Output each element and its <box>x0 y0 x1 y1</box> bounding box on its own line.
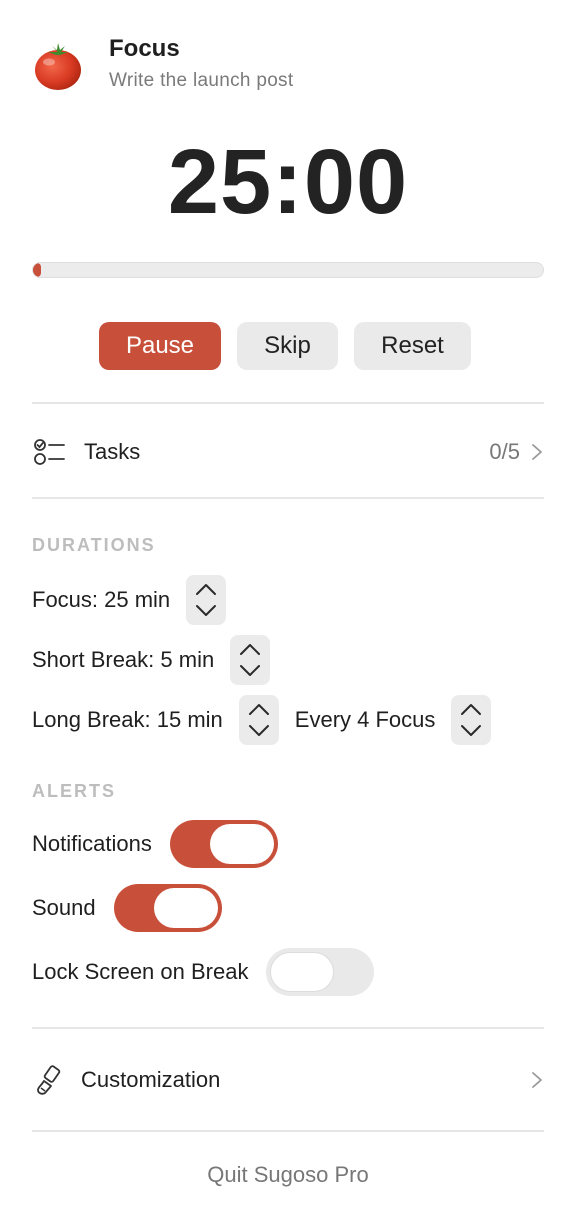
short-break-duration-row: Short Break: 5 min <box>32 635 271 685</box>
sound-row: Sound <box>32 884 222 932</box>
notifications-row: Notifications <box>32 820 278 868</box>
short-break-duration-stepper[interactable] <box>230 635 271 685</box>
divider <box>32 402 544 404</box>
focus-duration-label: Focus: 25 min <box>32 587 171 612</box>
customization-row[interactable]: Customization <box>32 1060 544 1100</box>
skip-button[interactable]: Skip <box>237 322 338 370</box>
session-header: Focus Write the launch post <box>32 34 544 94</box>
chevron-up-icon[interactable] <box>247 702 271 716</box>
timer-controls: Pause Skip Reset <box>0 322 576 370</box>
session-subtitle: Write the launch post <box>109 70 294 91</box>
long-break-duration-stepper[interactable] <box>238 695 279 745</box>
chevron-right-icon <box>532 1072 542 1088</box>
session-title: Focus <box>109 35 180 62</box>
long-break-interval-label: Every 4 Focus <box>294 707 436 732</box>
divider <box>32 1027 544 1029</box>
chevron-down-icon[interactable] <box>247 724 271 738</box>
long-break-interval-stepper[interactable] <box>451 695 492 745</box>
tomato-icon <box>35 43 81 90</box>
paintbrush-icon <box>37 1065 61 1095</box>
notifications-toggle[interactable] <box>169 820 278 868</box>
chevron-right-icon <box>532 444 542 460</box>
toggle-knob <box>209 824 274 864</box>
chevron-up-icon[interactable] <box>238 642 262 656</box>
chevron-up-icon[interactable] <box>194 582 218 596</box>
long-break-duration-row: Long Break: 15 min Every 4 Focus <box>32 695 492 745</box>
tasks-count: 0/5 <box>489 439 520 464</box>
focus-duration-row: Focus: 25 min <box>32 575 227 625</box>
toggle-knob <box>153 888 218 928</box>
chevron-up-icon[interactable] <box>459 702 483 716</box>
progress-fill <box>33 263 42 277</box>
divider <box>32 1130 544 1132</box>
short-break-duration-label: Short Break: 5 min <box>32 647 215 672</box>
long-break-duration-label: Long Break: 15 min <box>32 707 223 732</box>
lock-screen-label: Lock Screen on Break <box>32 959 249 984</box>
quit-button[interactable]: Quit Sugoso Pro <box>0 1162 576 1188</box>
customization-label: Customization <box>81 1067 221 1092</box>
sound-label: Sound <box>32 895 96 920</box>
lock-screen-row: Lock Screen on Break <box>32 948 375 996</box>
tasks-label: Tasks <box>84 439 141 464</box>
chevron-down-icon[interactable] <box>194 604 218 618</box>
lock-screen-toggle[interactable] <box>266 948 375 996</box>
alerts-heading: ALERTS <box>32 781 116 801</box>
tasks-row[interactable]: Tasks 0/5 <box>32 432 544 472</box>
reset-button[interactable]: Reset <box>354 322 471 370</box>
sound-toggle[interactable] <box>113 884 222 932</box>
focus-duration-stepper[interactable] <box>186 575 227 625</box>
progress-bar <box>32 262 544 278</box>
timer-display: 25:00 <box>167 131 409 233</box>
notifications-label: Notifications <box>32 831 152 856</box>
chevron-down-icon[interactable] <box>459 724 483 738</box>
divider <box>32 497 544 499</box>
toggle-knob <box>270 952 335 992</box>
chevron-down-icon[interactable] <box>238 664 262 678</box>
checklist-icon <box>34 439 65 465</box>
pause-button[interactable]: Pause <box>99 322 221 370</box>
durations-heading: DURATIONS <box>32 535 156 555</box>
